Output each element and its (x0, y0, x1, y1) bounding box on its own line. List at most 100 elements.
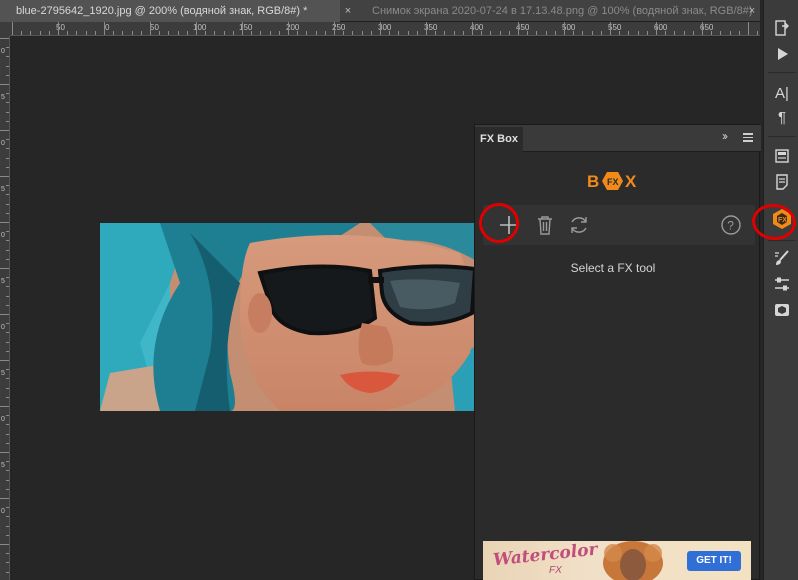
ruler-tick (159, 31, 161, 35)
3d-icon[interactable] (771, 300, 793, 320)
trash-icon[interactable] (533, 213, 557, 237)
ruler-tick (462, 31, 464, 35)
ruler-tick (269, 31, 271, 35)
ruler-tick (242, 22, 243, 35)
ruler-tick (104, 22, 105, 35)
tab-close-button[interactable]: × (341, 0, 355, 22)
ruler-tick (0, 130, 9, 131)
ruler-label: 5 (1, 186, 5, 193)
properties-icon[interactable] (771, 146, 793, 166)
ruler-tick (306, 31, 308, 35)
ruler-tick (6, 323, 9, 325)
banner-portrait (603, 541, 663, 580)
ruler-tick (0, 498, 9, 499)
ruler-tick (738, 31, 740, 35)
ruler-tick (6, 93, 9, 95)
ruler-tick (573, 31, 575, 35)
refresh-icon[interactable] (567, 213, 591, 237)
ruler-tick (6, 387, 9, 389)
ruler-tick (6, 102, 9, 104)
ruler-label: 0 (1, 48, 5, 55)
promo-banner[interactable]: Watercolor FX GET IT! (483, 541, 751, 580)
ruler-tick (6, 65, 9, 67)
document-image[interactable] (100, 223, 480, 411)
document-tab-bar: blue-2795642_1920.jpg @ 200% (водяной зн… (0, 0, 760, 22)
ruler-tick (6, 166, 9, 168)
ruler-tick (748, 22, 749, 35)
toolbar-separator (768, 72, 796, 73)
ruler-tick (131, 31, 133, 35)
ruler-tick (720, 31, 722, 35)
history-icon[interactable] (771, 18, 793, 38)
toolbar-separator (768, 240, 796, 241)
ruler-tick (582, 31, 584, 35)
ruler-tick (0, 452, 9, 453)
ruler-tick (6, 47, 9, 49)
ruler-tick (646, 31, 648, 35)
ruler-tick (6, 56, 9, 58)
ruler-tick (444, 31, 446, 35)
ruler-tick (361, 31, 363, 35)
ruler-label: 0 (1, 416, 5, 423)
ruler-tick (6, 442, 9, 444)
play-icon[interactable] (771, 44, 793, 64)
photoshop-window: blue-2795642_1920.jpg @ 200% (водяной зн… (0, 0, 798, 580)
ruler-tick (334, 22, 335, 35)
brush-icon[interactable] (771, 248, 793, 268)
tab-fx-box[interactable]: FX Box (475, 127, 523, 152)
ruler-tick (545, 31, 547, 35)
ruler-label: 50 (150, 23, 159, 32)
paragraph-icon[interactable]: ¶ (771, 108, 793, 128)
ruler-tick (278, 31, 280, 35)
ruler-tick (6, 369, 9, 371)
ruler-tick (0, 544, 9, 545)
ruler-label: 0 (1, 324, 5, 331)
portrait-photo (100, 223, 480, 411)
ruler-tick (6, 341, 9, 343)
character-icon[interactable]: A| (771, 84, 793, 104)
ruler-tick (150, 22, 151, 35)
tab-close-button[interactable]: × (745, 0, 759, 22)
ruler-tick (610, 22, 611, 35)
ruler-tick (481, 31, 483, 35)
ruler-tick (0, 360, 9, 361)
banner-subtitle: FX (549, 565, 562, 576)
ruler-tick (58, 22, 59, 35)
collapse-panel-button[interactable]: ›› (722, 129, 728, 143)
ruler-tick (6, 378, 9, 380)
ruler-tick (251, 31, 253, 35)
tab-inactive-document[interactable]: Снимок экрана 2020-07-24 в 17.13.48.png … (356, 0, 776, 22)
right-toolbar: A| ¶ FX (763, 0, 798, 580)
banner-title: Watercolor (492, 541, 599, 571)
ruler-tick (12, 22, 13, 35)
ruler-tick (683, 31, 685, 35)
ruler-tick (6, 157, 9, 159)
ruler-label: 5 (1, 94, 5, 101)
ruler-tick (0, 268, 9, 269)
ruler-label: 5 (1, 370, 5, 377)
panel-menu-icon[interactable] (743, 131, 755, 145)
ruler-tick (435, 31, 437, 35)
ruler-tick (527, 31, 529, 35)
svg-text:FX: FX (607, 177, 619, 187)
ruler-tick (6, 194, 9, 196)
ruler-tick (536, 31, 538, 35)
ruler-tick (85, 31, 87, 35)
ruler-tick (177, 31, 179, 35)
ruler-tick (518, 22, 519, 35)
ruler-tick (94, 31, 96, 35)
tab-label: Снимок экрана 2020-07-24 в 17.13.48.png … (372, 5, 753, 17)
ruler-tick (260, 31, 262, 35)
ruler-tick (499, 31, 501, 35)
fx-toolbar: ? (483, 205, 755, 245)
tab-active-document[interactable]: blue-2795642_1920.jpg @ 200% (водяной зн… (0, 0, 340, 22)
horizontal-ruler[interactable]: 50 0 50 100 150 200 250 300 350 400 450 … (10, 22, 760, 36)
get-it-button[interactable]: GET IT! (687, 551, 741, 571)
notes-icon[interactable] (771, 172, 793, 192)
ruler-tick (232, 31, 234, 35)
ruler-tick (711, 31, 713, 35)
adjustments-icon[interactable] (771, 274, 793, 294)
vertical-ruler[interactable]: 0 5 0 5 0 5 0 5 0 5 0 (0, 36, 10, 580)
help-icon[interactable]: ? (719, 213, 743, 237)
tab-label: blue-2795642_1920.jpg @ 200% (водяной зн… (16, 5, 308, 17)
